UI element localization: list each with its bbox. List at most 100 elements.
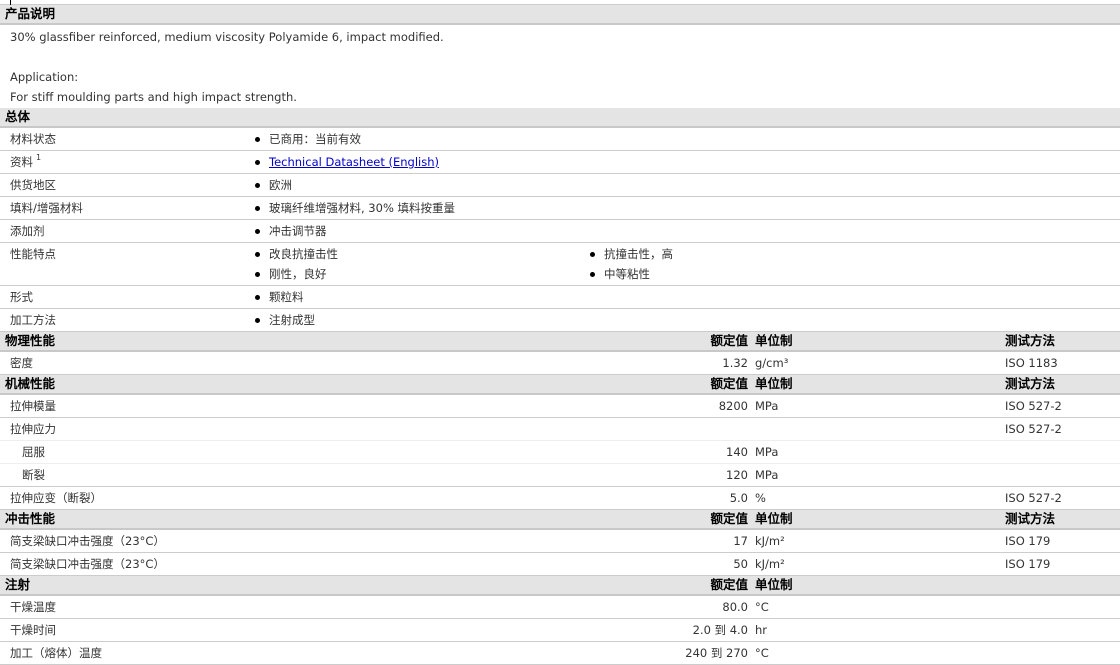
row-unit: MPa — [755, 468, 779, 482]
section-header-mechanical: 机械性能 额定值 单位制 测试方法 — [0, 375, 1120, 395]
row-value: 冲击调节器 — [255, 220, 327, 242]
row-label: 性能特点 — [10, 247, 56, 261]
row-value: 注射成型 — [255, 309, 315, 331]
row-value: 5.0 — [729, 491, 748, 505]
col-value-header: 额定值 — [710, 376, 748, 391]
application-label: Application: — [10, 70, 79, 84]
row-label: 拉伸模量 — [10, 399, 56, 413]
row-method: ISO 527-2 — [1005, 399, 1062, 413]
general-row-additive: 添加剂 冲击调节器 — [0, 220, 1120, 243]
row-label: 密度 — [10, 356, 33, 370]
row-label: 加工方法 — [10, 313, 56, 327]
col-method-header: 测试方法 — [1005, 333, 1056, 348]
property-subrow: 断裂 120 MPa — [0, 464, 1120, 487]
row-method: ISO 179 — [1005, 534, 1051, 548]
row-value: 颗粒料 — [255, 286, 304, 308]
row-value: 140 — [726, 445, 748, 459]
product-description: 30% glassfiber reinforced, medium viscos… — [0, 25, 1120, 108]
row-label: 断裂 — [22, 468, 45, 482]
row-label: 形式 — [10, 290, 33, 304]
section-title: 产品说明 — [5, 6, 56, 21]
property-row: 拉伸模量 8200 MPa ISO 527-2 — [0, 395, 1120, 418]
row-label: 屈服 — [22, 445, 45, 459]
col-value-header: 额定值 — [710, 511, 748, 526]
property-subrow: 屈服 140 MPa — [0, 441, 1120, 464]
general-row-features: 性能特点 改良抗撞击性 抗撞击性，高 刚性，良好 中等粘性 — [0, 243, 1120, 286]
row-label: 拉伸应变（断裂） — [10, 491, 102, 505]
row-label: 干燥时间 — [10, 623, 56, 637]
section-header-physical: 物理性能 额定值 单位制 测试方法 — [0, 332, 1120, 352]
property-row: 干燥温度 80.0 °C — [0, 596, 1120, 619]
technical-datasheet-link[interactable]: Technical Datasheet (English) — [269, 155, 439, 169]
section-header-description: 产品说明 — [0, 5, 1120, 25]
row-value: 已商用：当前有效 — [255, 128, 361, 150]
row-value: 玻璃纤维增强材料, 30% 填料按重量 — [255, 197, 455, 219]
general-row-status: 材料状态 已商用：当前有效 — [0, 128, 1120, 151]
general-row-datasheet: 资料 1 Technical Datasheet (English) — [0, 151, 1120, 174]
description-line: 30% glassfiber reinforced, medium viscos… — [10, 30, 444, 44]
row-value: 刚性，良好 — [255, 263, 327, 285]
row-value: 1.32 — [722, 356, 748, 370]
row-unit: hr — [755, 623, 768, 637]
row-label: 添加剂 — [10, 224, 45, 238]
general-row-region: 供货地区 欧洲 — [0, 174, 1120, 197]
section-header-injection: 注射 额定值 单位制 — [0, 576, 1120, 596]
row-label: 填料/增强材料 — [10, 201, 83, 215]
row-unit: °C — [755, 646, 769, 660]
row-label: 拉伸应力 — [10, 422, 56, 436]
row-value: 240 到 270 — [685, 646, 748, 660]
row-label: 简支梁缺口冲击强度（23°C） — [10, 557, 165, 571]
row-method: ISO 179 — [1005, 557, 1051, 571]
property-row: 拉伸应力 ISO 527-2 — [0, 418, 1120, 441]
row-unit: g/cm³ — [755, 356, 789, 370]
col-unit-header: 单位制 — [755, 376, 793, 391]
row-label: 供货地区 — [10, 178, 56, 192]
general-row-processing: 加工方法 注射成型 — [0, 309, 1120, 332]
row-value: 欧洲 — [255, 174, 292, 196]
row-label: 材料状态 — [10, 132, 56, 146]
property-row: 加工（熔体）温度 240 到 270 °C — [0, 642, 1120, 665]
row-unit: kJ/m² — [755, 557, 785, 571]
row-value: 17 — [733, 534, 748, 548]
row-unit: °C — [755, 600, 769, 614]
row-value: 改良抗撞击性 — [255, 243, 338, 265]
section-title: 总体 — [5, 109, 31, 124]
col-unit-header: 单位制 — [755, 511, 793, 526]
row-label: 简支梁缺口冲击强度（23°C） — [10, 534, 165, 548]
general-row-form: 形式 颗粒料 — [0, 286, 1120, 309]
row-label: 资料 1 — [10, 151, 41, 173]
row-value: 抗撞击性，高 — [590, 243, 673, 265]
row-unit: % — [755, 491, 766, 505]
label-text: 资料 — [10, 155, 33, 169]
col-method-header: 测试方法 — [1005, 376, 1056, 391]
col-value-header: 额定值 — [710, 333, 748, 348]
col-value-header: 额定值 — [710, 577, 748, 592]
general-row-filler: 填料/增强材料 玻璃纤维增强材料, 30% 填料按重量 — [0, 197, 1120, 220]
row-value: 8200 — [718, 399, 748, 413]
application-text: For stiff moulding parts and high impact… — [10, 90, 297, 104]
property-row: 简支梁缺口冲击强度（23°C） 17 kJ/m² ISO 179 — [0, 530, 1120, 553]
datasheet-item: Technical Datasheet (English) — [255, 151, 439, 173]
col-unit-header: 单位制 — [755, 577, 793, 592]
col-unit-header: 单位制 — [755, 333, 793, 348]
section-header-general: 总体 — [0, 108, 1120, 128]
row-unit: MPa — [755, 399, 779, 413]
row-value: 中等粘性 — [590, 263, 650, 285]
row-value: 120 — [726, 468, 748, 482]
section-header-impact: 冲击性能 额定值 单位制 测试方法 — [0, 510, 1120, 530]
property-row: 干燥时间 2.0 到 4.0 hr — [0, 619, 1120, 642]
col-method-header: 测试方法 — [1005, 511, 1056, 526]
row-method: ISO 527-2 — [1005, 422, 1062, 436]
property-row: 密度 1.32 g/cm³ ISO 1183 — [0, 352, 1120, 375]
property-row: 拉伸应变（断裂） 5.0% ISO 527-2 — [0, 487, 1120, 510]
row-value: 2.0 到 4.0 — [692, 623, 748, 637]
row-label: 加工（熔体）温度 — [10, 646, 102, 660]
row-unit: MPa — [755, 445, 779, 459]
footnote-marker: 1 — [36, 153, 42, 162]
section-title: 物理性能 — [5, 333, 56, 348]
row-value: 80.0 — [722, 600, 748, 614]
row-method: ISO 527-2 — [1005, 491, 1062, 505]
row-method: ISO 1183 — [1005, 356, 1058, 370]
section-title: 冲击性能 — [5, 511, 56, 526]
row-label: 干燥温度 — [10, 600, 56, 614]
